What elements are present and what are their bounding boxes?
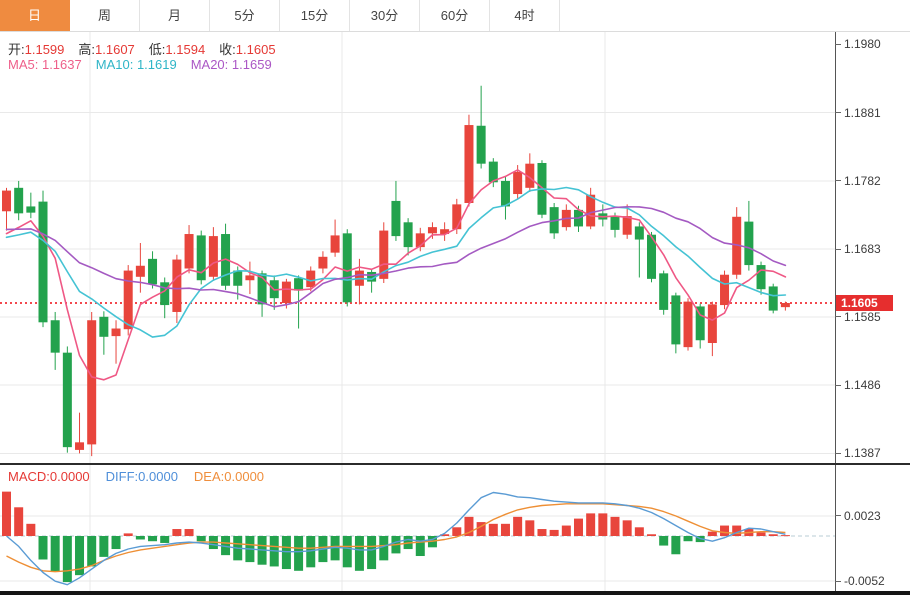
macd-0.0023-tick (835, 515, 841, 516)
open-value: 1.1599 (25, 42, 65, 57)
macd--0.0052-tick (835, 581, 841, 582)
diff-value-readout: DIFF:0.0000 (106, 469, 178, 484)
ma5-readout: MA5: 1.1637 (8, 57, 82, 72)
price-1.1980-tick (835, 44, 841, 45)
price-1.1782-label: 1.1782 (844, 174, 881, 188)
ma-readout: MA5: 1.1637 MA10: 1.1619 MA20: 1.1659 (8, 57, 272, 72)
low-label: 低: (149, 42, 166, 57)
price-1.1585-label: 1.1585 (844, 310, 881, 324)
price-1.1881-tick (835, 112, 841, 113)
price-1.1387-tick (835, 453, 841, 454)
macd--0.0052-label: -0.0052 (844, 574, 885, 588)
macd-0.0023-label: 0.0023 (844, 509, 881, 523)
close-value: 1.1605 (236, 42, 276, 57)
last-price-badge: 1.1605 (836, 295, 893, 311)
dea-value-readout: DEA:0.0000 (194, 469, 264, 484)
open-label: 开: (8, 42, 25, 57)
tab-30min[interactable]: 30分 (350, 0, 420, 31)
macd-readout: MACD:0.0000 DIFF:0.0000 DEA:0.0000 (8, 469, 264, 484)
price-1.1683-label: 1.1683 (844, 242, 881, 256)
trading-chart-app: 日周月5分15分30分60分4时 开:1.1599 高:1.1607 低:1.159… (0, 0, 910, 597)
candlestick-chart[interactable] (0, 32, 835, 463)
quote-readout: 开:1.1599 高:1.1607 低:1.1594 收:1.1605 (8, 39, 290, 58)
price-1.1980-label: 1.1980 (844, 37, 881, 51)
price-1.1486-label: 1.1486 (844, 378, 881, 392)
price-axis-line (835, 32, 836, 591)
price-1.1782-tick (835, 180, 841, 181)
price-1.1683-tick (835, 249, 841, 250)
ma20-readout: MA20: 1.1659 (191, 57, 272, 72)
high-value: 1.1607 (95, 42, 135, 57)
bottom-border (0, 591, 910, 595)
tab-5min[interactable]: 5分 (210, 0, 280, 31)
tab-bar: 日周月5分15分30分60分4时 (0, 0, 910, 32)
panel-separator (0, 463, 910, 465)
tab-day[interactable]: 日 (0, 0, 70, 31)
low-value: 1.1594 (165, 42, 205, 57)
price-1.1387-label: 1.1387 (844, 446, 881, 460)
tab-15min[interactable]: 15分 (280, 0, 350, 31)
high-label: 高: (78, 42, 95, 57)
ma10-readout: MA10: 1.1619 (96, 57, 177, 72)
price-1.1585-tick (835, 316, 841, 317)
tab-month[interactable]: 月 (140, 0, 210, 31)
macd-value-readout: MACD:0.0000 (8, 469, 90, 484)
close-label: 收: (219, 42, 236, 57)
price-1.1486-tick (835, 385, 841, 386)
tab-60min[interactable]: 60分 (420, 0, 490, 31)
tab-week[interactable]: 周 (70, 0, 140, 31)
tab-4hour[interactable]: 4时 (490, 0, 560, 31)
price-1.1881-label: 1.1881 (844, 106, 881, 120)
